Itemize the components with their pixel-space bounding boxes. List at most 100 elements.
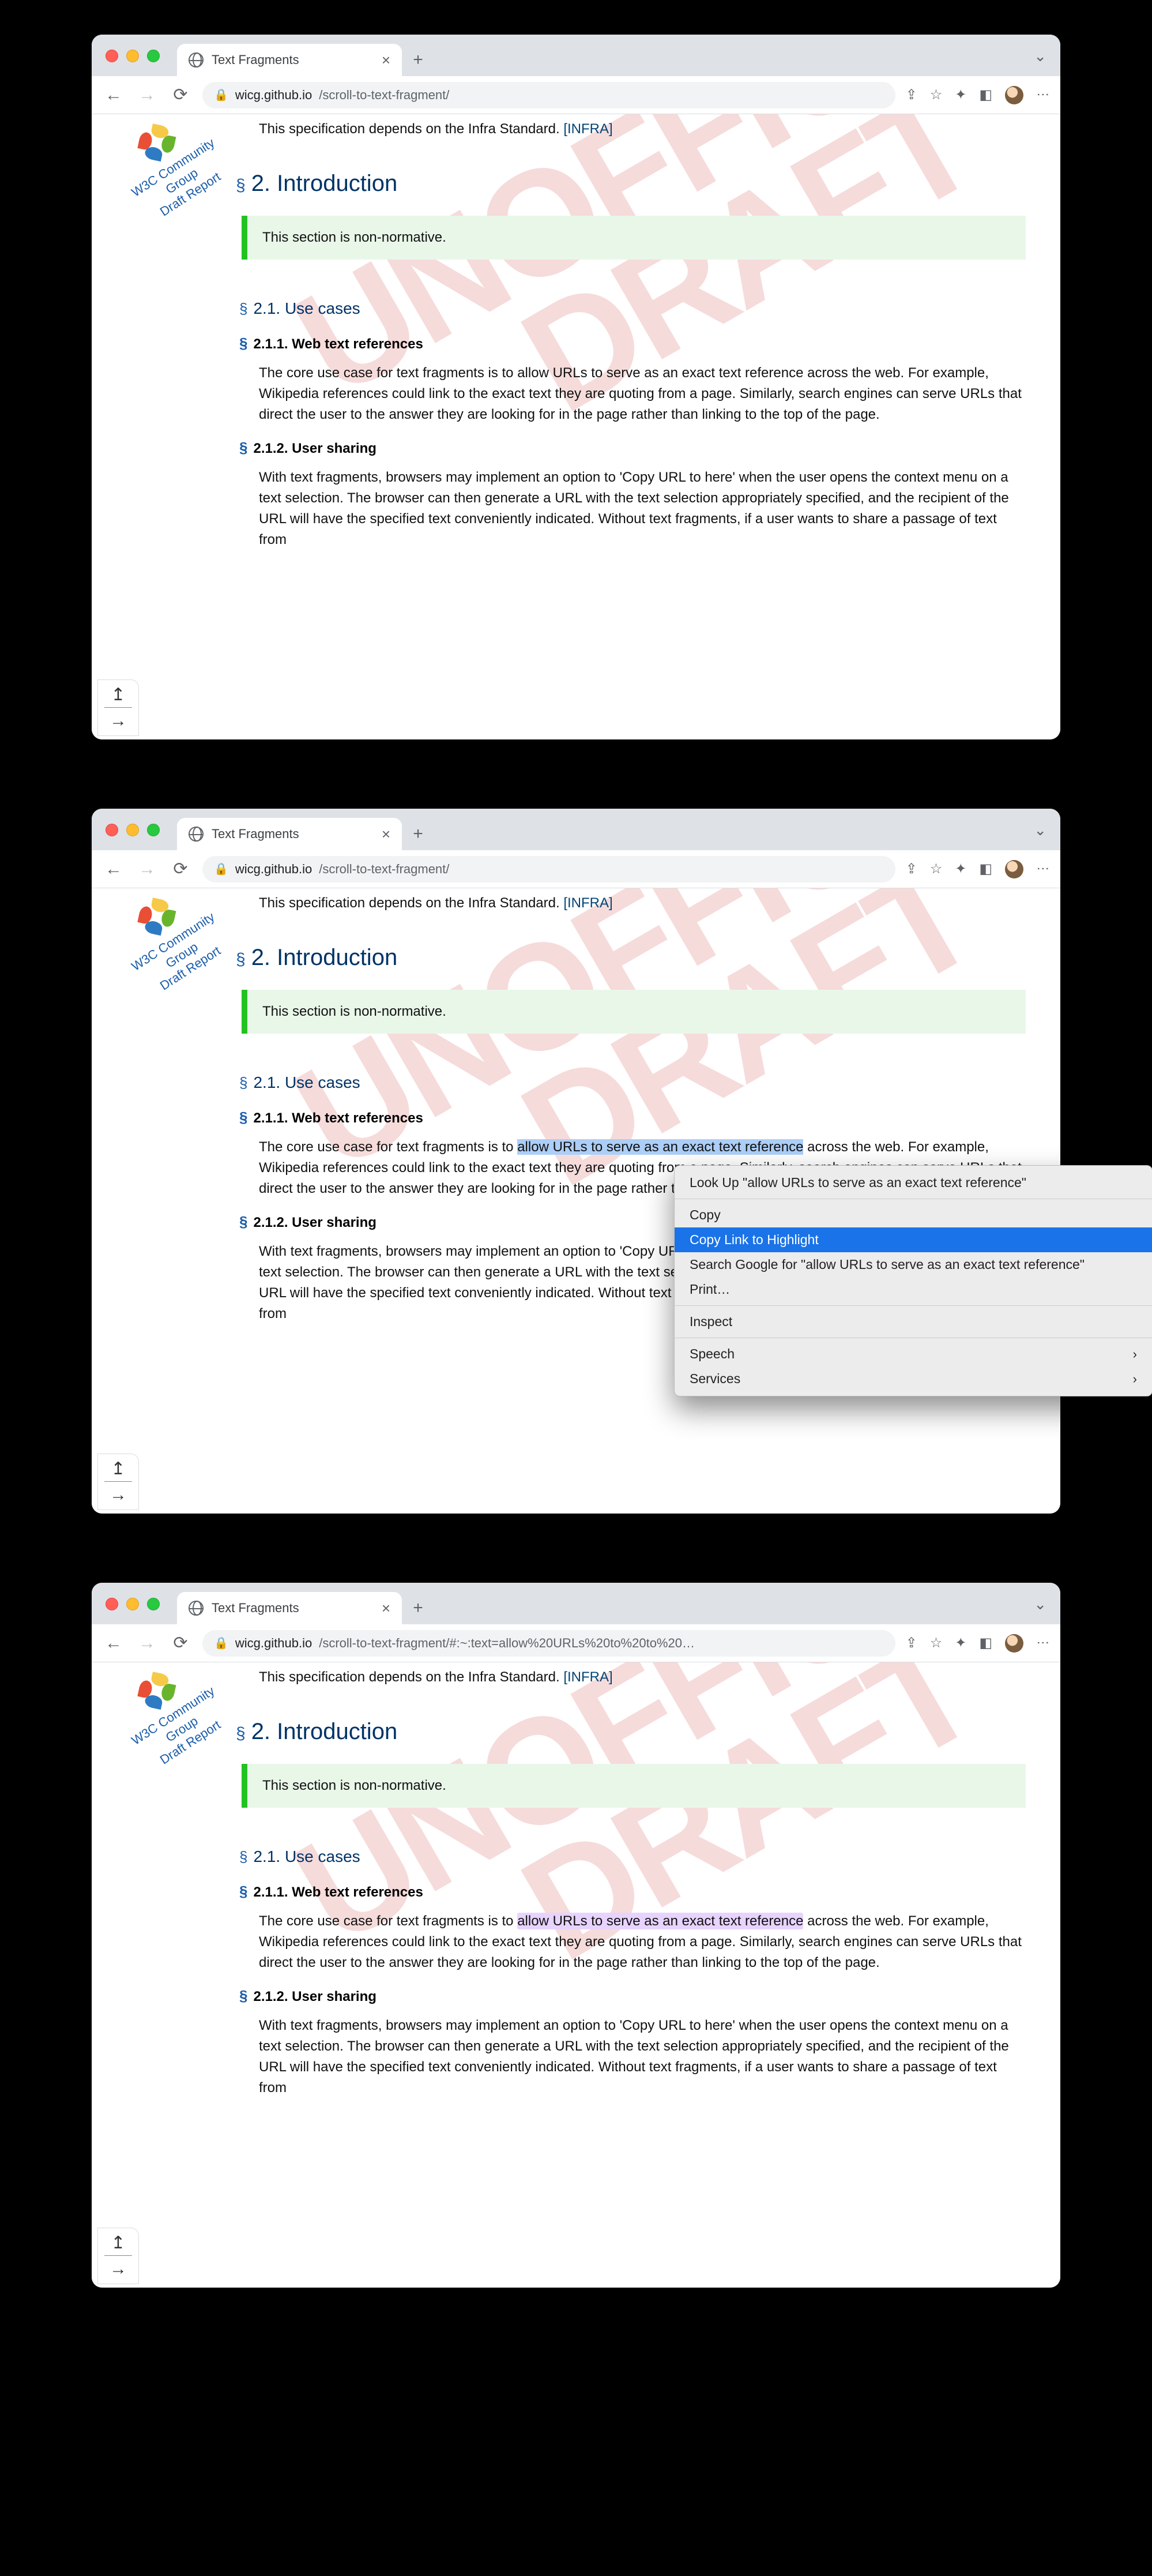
ctx-copy-link-to-highlight[interactable]: Copy Link to Highlight (675, 1227, 1152, 1252)
heading-web-text-ref: §2.1.1. Web text references (239, 1880, 1026, 1903)
browser-window-1: Text Fragments × + ⌄ ← → ⟳ 🔒 wicg.github… (92, 35, 1060, 739)
address-bar[interactable]: 🔒 wicg.github.io/scroll-to-text-fragment… (202, 856, 895, 883)
share-icon[interactable]: ⇪ (906, 861, 917, 877)
extensions-icon[interactable]: ✦ (955, 87, 966, 103)
section-mark-icon[interactable]: § (239, 1109, 247, 1126)
spec-content: This specification depends on the Infra … (259, 1667, 1026, 2110)
bookmark-icon[interactable]: ☆ (930, 87, 943, 103)
section-mark-icon[interactable]: § (239, 439, 247, 456)
section-mark-icon[interactable]: § (239, 335, 247, 352)
minimize-window-button[interactable] (126, 824, 139, 836)
new-tab-button[interactable]: + (402, 818, 434, 850)
section-mark-icon[interactable]: § (239, 1848, 247, 1865)
sidepanel-icon[interactable]: ◧ (979, 87, 992, 103)
nav-up-icon[interactable]: ↥ (104, 1460, 132, 1482)
bookmark-icon[interactable]: ☆ (930, 1635, 943, 1651)
address-bar[interactable]: 🔒 wicg.github.io/scroll-to-text-fragment… (202, 82, 895, 108)
ctx-search-google[interactable]: Search Google for "allow URLs to serve a… (675, 1252, 1152, 1277)
section-mark-icon[interactable]: § (239, 1074, 247, 1091)
profile-avatar[interactable] (1005, 1634, 1023, 1653)
nav-up-icon[interactable]: ↥ (104, 686, 132, 708)
minimize-window-button[interactable] (126, 50, 139, 62)
sidepanel-icon[interactable]: ◧ (979, 1635, 992, 1651)
non-normative-note: This section is non-normative. (242, 990, 1026, 1034)
close-window-button[interactable] (106, 1598, 118, 1610)
nav-right-icon[interactable]: → (110, 712, 127, 730)
nav-up-icon[interactable]: ↥ (104, 2235, 132, 2256)
spec-nav-widget[interactable]: ↥ → (97, 2228, 139, 2284)
reload-button[interactable]: ⟳ (169, 85, 192, 105)
new-tab-button[interactable]: + (402, 1592, 434, 1624)
sidepanel-icon[interactable]: ◧ (979, 861, 992, 877)
extensions-icon[interactable]: ✦ (955, 861, 966, 877)
url-path: /scroll-to-text-fragment/ (319, 862, 449, 877)
infra-link[interactable]: [INFRA] (563, 1669, 612, 1685)
url-path: /scroll-to-text-fragment/#:~:text=allow%… (319, 1636, 695, 1651)
ctx-copy[interactable]: Copy (675, 1203, 1152, 1227)
menu-icon[interactable]: ⋮ (1036, 88, 1051, 102)
spec-nav-widget[interactable]: ↥ → (97, 1454, 139, 1510)
depends-para: This specification depends on the Infra … (259, 119, 1026, 140)
share-icon[interactable]: ⇪ (906, 87, 917, 103)
address-bar[interactable]: 🔒 wicg.github.io/scroll-to-text-fragment… (202, 1630, 895, 1657)
section-mark-icon[interactable]: § (236, 176, 246, 195)
close-tab-icon[interactable]: × (382, 1601, 390, 1616)
extensions-icon[interactable]: ✦ (955, 1635, 966, 1651)
reload-button[interactable]: ⟳ (169, 859, 192, 879)
profile-avatar[interactable] (1005, 86, 1023, 104)
section-mark-icon[interactable]: § (236, 1724, 246, 1743)
ctx-look-up[interactable]: Look Up "allow URLs to serve as an exact… (675, 1170, 1152, 1195)
heading-introduction: §2. Introduction (236, 940, 1026, 975)
section-mark-icon[interactable]: § (236, 950, 246, 969)
minimize-window-button[interactable] (126, 1598, 139, 1610)
close-window-button[interactable] (106, 824, 118, 836)
share-icon[interactable]: ⇪ (906, 1635, 917, 1651)
ctx-services[interactable]: Services› (675, 1366, 1152, 1391)
close-tab-icon[interactable]: × (382, 52, 390, 67)
ctx-inspect[interactable]: Inspect (675, 1309, 1152, 1334)
back-button[interactable]: ← (102, 1634, 125, 1653)
forward-button[interactable]: → (135, 1634, 159, 1653)
new-tab-button[interactable]: + (402, 44, 434, 76)
ctx-speech[interactable]: Speech› (675, 1342, 1152, 1366)
url-path: /scroll-to-text-fragment/ (319, 88, 449, 103)
nav-right-icon[interactable]: → (110, 1486, 127, 1504)
fullscreen-window-button[interactable] (147, 824, 160, 836)
nav-right-icon[interactable]: → (110, 2260, 127, 2278)
submenu-icon: › (1133, 1372, 1137, 1387)
close-window-button[interactable] (106, 50, 118, 62)
back-button[interactable]: ← (102, 85, 125, 105)
menu-icon[interactable]: ⋮ (1036, 862, 1051, 876)
globe-icon (189, 52, 204, 67)
section-mark-icon[interactable]: § (239, 300, 247, 317)
menu-icon[interactable]: ⋮ (1036, 1636, 1051, 1650)
tab-overflow-icon[interactable]: ⌄ (1034, 47, 1046, 65)
reload-button[interactable]: ⟳ (169, 1633, 192, 1653)
profile-avatar[interactable] (1005, 860, 1023, 878)
infra-link[interactable]: [INFRA] (563, 895, 612, 911)
viewport: UNOFFICIAL DRAFT W3C Community Group Dra… (92, 114, 1060, 739)
active-tab[interactable]: Text Fragments × (177, 818, 402, 850)
bookmark-icon[interactable]: ☆ (930, 861, 943, 877)
active-tab[interactable]: Text Fragments × (177, 44, 402, 76)
section-mark-icon[interactable]: § (239, 1213, 247, 1230)
fullscreen-window-button[interactable] (147, 1598, 160, 1610)
tab-overflow-icon[interactable]: ⌄ (1034, 821, 1046, 839)
heading-usecases: §2.1. Use cases (239, 1845, 1026, 1869)
back-button[interactable]: ← (102, 859, 125, 879)
forward-button[interactable]: → (135, 859, 159, 879)
infra-link[interactable]: [INFRA] (563, 121, 612, 137)
section-mark-icon[interactable]: § (239, 1883, 247, 1900)
text-selection[interactable]: allow URLs to serve as an exact text ref… (517, 1139, 803, 1155)
close-tab-icon[interactable]: × (382, 827, 390, 842)
forward-button[interactable]: → (135, 85, 159, 105)
section-mark-icon[interactable]: § (239, 1987, 247, 2004)
ctx-print[interactable]: Print… (675, 1277, 1152, 1302)
tab-overflow-icon[interactable]: ⌄ (1034, 1595, 1046, 1613)
url-domain: wicg.github.io (235, 88, 312, 103)
active-tab[interactable]: Text Fragments × (177, 1592, 402, 1624)
fullscreen-window-button[interactable] (147, 50, 160, 62)
tab-strip: Text Fragments × + ⌄ (92, 809, 1060, 850)
spec-nav-widget[interactable]: ↥ → (97, 679, 139, 736)
tab-title: Text Fragments (212, 1601, 374, 1616)
